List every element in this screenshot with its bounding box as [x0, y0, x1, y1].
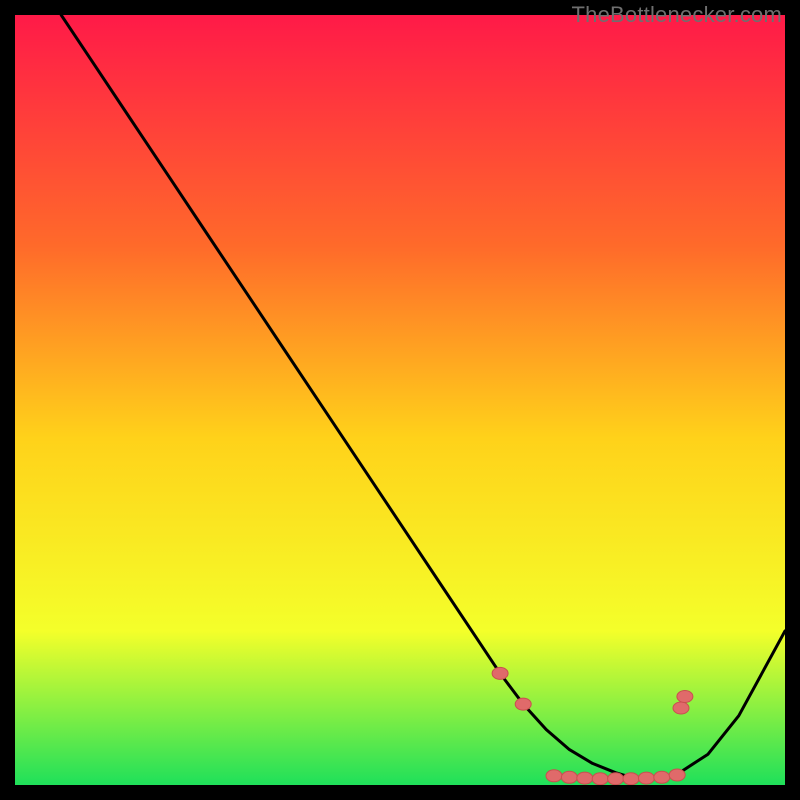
watermark-text: TheBottlenecker.com	[572, 2, 782, 28]
curve-marker	[623, 773, 639, 785]
curve-marker	[638, 772, 654, 784]
curve-marker	[608, 773, 624, 785]
gradient-background	[15, 15, 785, 785]
curve-marker	[546, 770, 562, 782]
bottleneck-chart	[15, 15, 785, 785]
curve-marker	[592, 773, 608, 785]
curve-marker	[515, 698, 531, 710]
chart-frame	[15, 15, 785, 785]
curve-marker	[654, 771, 670, 783]
curve-marker	[577, 772, 593, 784]
curve-marker	[673, 702, 689, 714]
curve-marker	[677, 691, 693, 703]
curve-marker	[669, 769, 685, 781]
curve-marker	[561, 771, 577, 783]
curve-marker	[492, 667, 508, 679]
